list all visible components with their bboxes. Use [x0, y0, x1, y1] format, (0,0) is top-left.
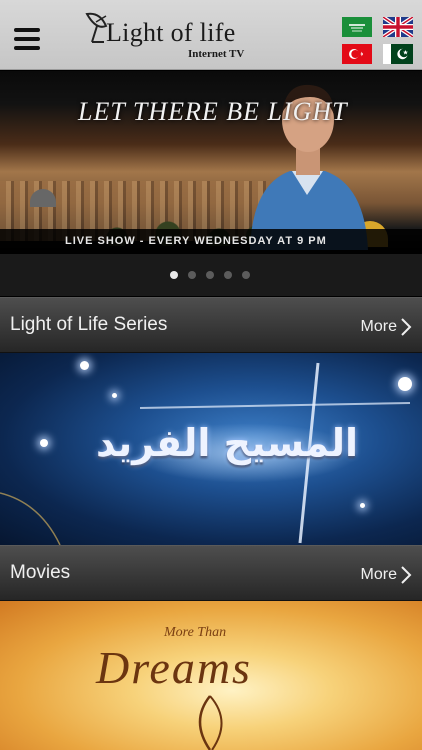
ribbon-decoration [198, 695, 223, 750]
logo-title: Light of life [106, 18, 236, 47]
more-label: More [360, 318, 397, 335]
series-featured-thumbnail[interactable]: المسيح الفريد [0, 353, 422, 545]
carousel-indicator-bar [0, 254, 422, 296]
banner-title: LET THERE BE LIGHT [78, 97, 348, 126]
movie-featured-thumbnail[interactable]: More Than Dreams [0, 601, 422, 750]
hamburger-menu-icon[interactable] [14, 28, 40, 50]
banner-caption: LIVE SHOW - EVERY WEDNESDAY AT 9 PM [65, 235, 327, 247]
chevron-right-icon [401, 566, 412, 584]
logo-subtitle: Internet TV [188, 48, 245, 60]
app-header: Light of life Internet TV [0, 0, 422, 70]
carousel-dot[interactable] [206, 271, 214, 279]
chevron-right-icon [401, 318, 412, 336]
series-featured-title: المسيح الفريد [95, 421, 359, 465]
more-label: More [360, 566, 397, 583]
series-section-title: Light of Life Series [10, 314, 168, 335]
carousel-dot[interactable] [188, 271, 196, 279]
carousel-dot[interactable] [242, 271, 250, 279]
uk-flag-icon[interactable] [383, 17, 413, 37]
pakistan-flag-icon[interactable] [383, 44, 413, 64]
movies-section-header: Movies More [0, 545, 422, 601]
series-more-link[interactable]: More [361, 316, 412, 338]
banner-carousel[interactable]: LET THERE BE LIGHT LIVE SHOW - EVERY WED… [0, 71, 422, 254]
app-logo: Light of life Internet TV [84, 8, 254, 64]
carousel-dot[interactable] [224, 271, 232, 279]
turkey-flag-icon[interactable] [342, 44, 372, 64]
saudi-flag-icon[interactable] [342, 17, 372, 37]
movies-more-link[interactable]: More [361, 564, 412, 586]
movies-section-title: Movies [10, 562, 71, 583]
carousel-dots [170, 271, 250, 279]
carousel-dot[interactable] [170, 271, 178, 279]
banner-caption-bar: LIVE SHOW - EVERY WEDNESDAY AT 9 PM [0, 229, 422, 254]
series-section-header: Light of Life Series More [0, 297, 422, 353]
